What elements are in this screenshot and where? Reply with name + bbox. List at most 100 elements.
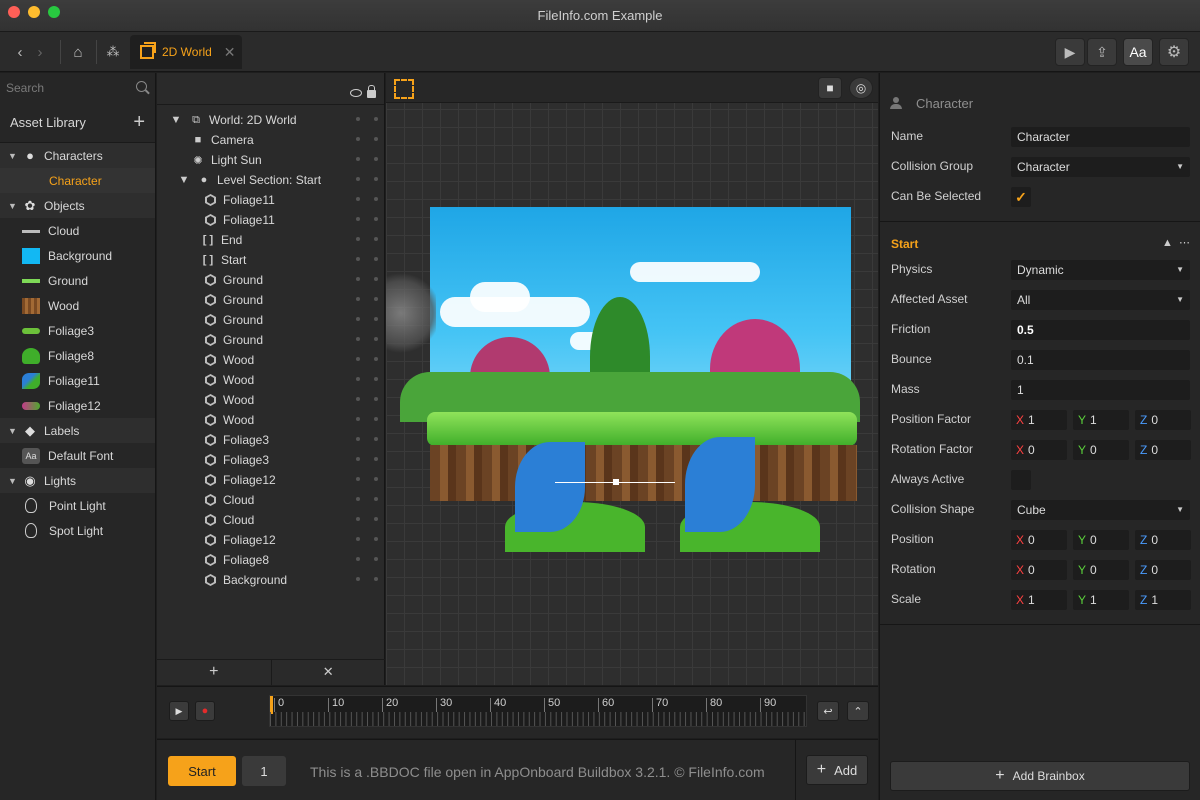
node-visibility-dots[interactable] bbox=[356, 277, 378, 281]
tree-node-object[interactable]: Cloud bbox=[157, 490, 384, 510]
back-arrow-icon[interactable]: ‹ bbox=[12, 40, 28, 64]
bounce-field[interactable]: 0.1 bbox=[1011, 350, 1190, 370]
collapse-timeline-icon[interactable]: ⌃ bbox=[847, 701, 869, 721]
node-visibility-dots[interactable] bbox=[356, 357, 378, 361]
node-visibility-dots[interactable] bbox=[356, 517, 378, 521]
tree-node-camera[interactable]: ■ Camera bbox=[157, 130, 384, 150]
asset-item-foliage11[interactable]: Foliage11 bbox=[0, 368, 155, 393]
tree-node-object[interactable]: Wood bbox=[157, 370, 384, 390]
tree-node-object[interactable]: Wood bbox=[157, 410, 384, 430]
rotation-y-field[interactable]: Y0 bbox=[1073, 560, 1129, 580]
position-y-field[interactable]: Y0 bbox=[1073, 530, 1129, 550]
tree-node-object[interactable]: Foliage12 bbox=[157, 530, 384, 550]
font-icon[interactable]: Aa bbox=[1123, 38, 1153, 66]
camera-view-icon[interactable]: ■ bbox=[818, 77, 842, 99]
asset-item-foliage3[interactable]: Foliage3 bbox=[0, 318, 155, 343]
group-objects[interactable]: ▼ ✿ Objects bbox=[0, 193, 155, 218]
node-visibility-dots[interactable] bbox=[356, 397, 378, 401]
tree-node-object[interactable]: [ ] Start bbox=[157, 250, 384, 270]
position-z-field[interactable]: Z0 bbox=[1135, 530, 1191, 550]
friction-field[interactable]: 0.5 bbox=[1011, 320, 1190, 340]
node-visibility-dots[interactable] bbox=[356, 437, 378, 441]
asset-item-background[interactable]: Background bbox=[0, 243, 155, 268]
game-scene-preview[interactable] bbox=[400, 207, 860, 552]
play-preview-button[interactable]: ▶ bbox=[1055, 38, 1085, 66]
node-visibility-dots[interactable] bbox=[356, 557, 378, 561]
name-field[interactable]: Character bbox=[1011, 127, 1190, 147]
position-x-field[interactable]: X0 bbox=[1011, 530, 1067, 550]
section-start-header[interactable]: Start ▲ ⋯ bbox=[880, 226, 1200, 258]
home-icon[interactable]: ⌂ bbox=[66, 40, 90, 64]
tree-node-object[interactable]: Foliage11 bbox=[157, 210, 384, 230]
visibility-eye-icon[interactable] bbox=[350, 89, 362, 97]
node-visibility-dots[interactable] bbox=[356, 257, 378, 261]
asset-item-foliage12[interactable]: Foliage12 bbox=[0, 393, 155, 418]
level-number[interactable]: 1 bbox=[242, 756, 286, 786]
tree-node-object[interactable]: Ground bbox=[157, 290, 384, 310]
search-input[interactable] bbox=[0, 73, 155, 103]
scale-x-field[interactable]: X1 bbox=[1011, 590, 1067, 610]
node-visibility-dots[interactable] bbox=[356, 417, 378, 421]
tree-node-object[interactable]: [ ] End bbox=[157, 230, 384, 250]
rotation-x-field[interactable]: X0 bbox=[1011, 560, 1067, 580]
node-visibility-dots[interactable] bbox=[356, 177, 378, 181]
start-button[interactable]: Start bbox=[168, 756, 236, 786]
record-button[interactable]: ● bbox=[195, 701, 215, 721]
asset-item-wood[interactable]: Wood bbox=[0, 293, 155, 318]
rotfactor-y-field[interactable]: Y0 bbox=[1073, 440, 1129, 460]
node-visibility-dots[interactable] bbox=[356, 137, 378, 141]
posfactor-y-field[interactable]: Y1 bbox=[1073, 410, 1129, 430]
add-button[interactable]: + Add bbox=[806, 755, 868, 785]
selection-tool-icon[interactable] bbox=[394, 79, 414, 99]
group-lights[interactable]: ▼ ◉ Lights bbox=[0, 468, 155, 493]
scale-z-field[interactable]: Z1 bbox=[1135, 590, 1191, 610]
rotfactor-x-field[interactable]: X0 bbox=[1011, 440, 1067, 460]
expand-triangle-icon[interactable]: ▼ bbox=[8, 426, 22, 436]
always-active-checkbox[interactable] bbox=[1011, 470, 1031, 490]
scene-viewport[interactable]: ■ ◎ bbox=[386, 73, 878, 685]
tree-node-object[interactable]: Ground bbox=[157, 330, 384, 350]
node-visibility-dots[interactable] bbox=[356, 477, 378, 481]
rotation-z-field[interactable]: Z0 bbox=[1135, 560, 1191, 580]
node-visibility-dots[interactable] bbox=[356, 537, 378, 541]
forward-arrow-icon[interactable]: › bbox=[32, 40, 48, 64]
node-visibility-dots[interactable] bbox=[356, 237, 378, 241]
tree-node-object[interactable]: Wood bbox=[157, 390, 384, 410]
node-visibility-dots[interactable] bbox=[356, 317, 378, 321]
expand-triangle-icon[interactable]: ▼ bbox=[8, 476, 22, 486]
tree-node-object[interactable]: Background bbox=[157, 570, 384, 590]
node-visibility-dots[interactable] bbox=[356, 337, 378, 341]
tree-node-object[interactable]: Ground bbox=[157, 270, 384, 290]
collision-shape-select[interactable]: Cube bbox=[1011, 500, 1190, 520]
asset-item-cloud[interactable]: Cloud bbox=[0, 218, 155, 243]
collapse-triangle-icon[interactable]: ▼ bbox=[177, 174, 191, 186]
node-visibility-dots[interactable] bbox=[356, 497, 378, 501]
expand-triangle-icon[interactable]: ▼ bbox=[8, 201, 22, 211]
asset-item-character[interactable]: Character bbox=[0, 168, 155, 193]
tree-node-object[interactable]: Foliage11 bbox=[157, 190, 384, 210]
tree-node-object[interactable]: Ground bbox=[157, 310, 384, 330]
tree-node-object[interactable]: Foliage3 bbox=[157, 450, 384, 470]
group-characters[interactable]: ▼ ● Characters bbox=[0, 143, 155, 168]
node-visibility-dots[interactable] bbox=[356, 297, 378, 301]
tree-node-light-sun[interactable]: ✺ Light Sun bbox=[157, 150, 384, 170]
add-node-button[interactable]: + bbox=[157, 660, 271, 685]
node-visibility-dots[interactable] bbox=[356, 377, 378, 381]
collapse-triangle-icon[interactable]: ▼ bbox=[169, 114, 183, 126]
add-brainbox-button[interactable]: + Add Brainbox bbox=[890, 761, 1190, 791]
tree-node-object[interactable]: Wood bbox=[157, 350, 384, 370]
posfactor-z-field[interactable]: Z0 bbox=[1135, 410, 1191, 430]
tab-2d-world[interactable]: 2D World ✕ bbox=[130, 35, 242, 69]
lock-icon[interactable] bbox=[367, 85, 376, 98]
tree-node-object[interactable]: Foliage3 bbox=[157, 430, 384, 450]
rotfactor-z-field[interactable]: Z0 bbox=[1135, 440, 1191, 460]
node-visibility-dots[interactable] bbox=[356, 457, 378, 461]
mass-field[interactable]: 1 bbox=[1011, 380, 1190, 400]
node-visibility-dots[interactable] bbox=[356, 157, 378, 161]
node-visibility-dots[interactable] bbox=[356, 217, 378, 221]
asset-item-point-light[interactable]: Point Light bbox=[0, 493, 155, 518]
expand-triangle-icon[interactable]: ▼ bbox=[8, 151, 22, 161]
tree-node-world[interactable]: ▼ ⧉ World: 2D World bbox=[157, 110, 384, 130]
group-labels[interactable]: ▼ ◆ Labels bbox=[0, 418, 155, 443]
node-visibility-dots[interactable] bbox=[356, 197, 378, 201]
